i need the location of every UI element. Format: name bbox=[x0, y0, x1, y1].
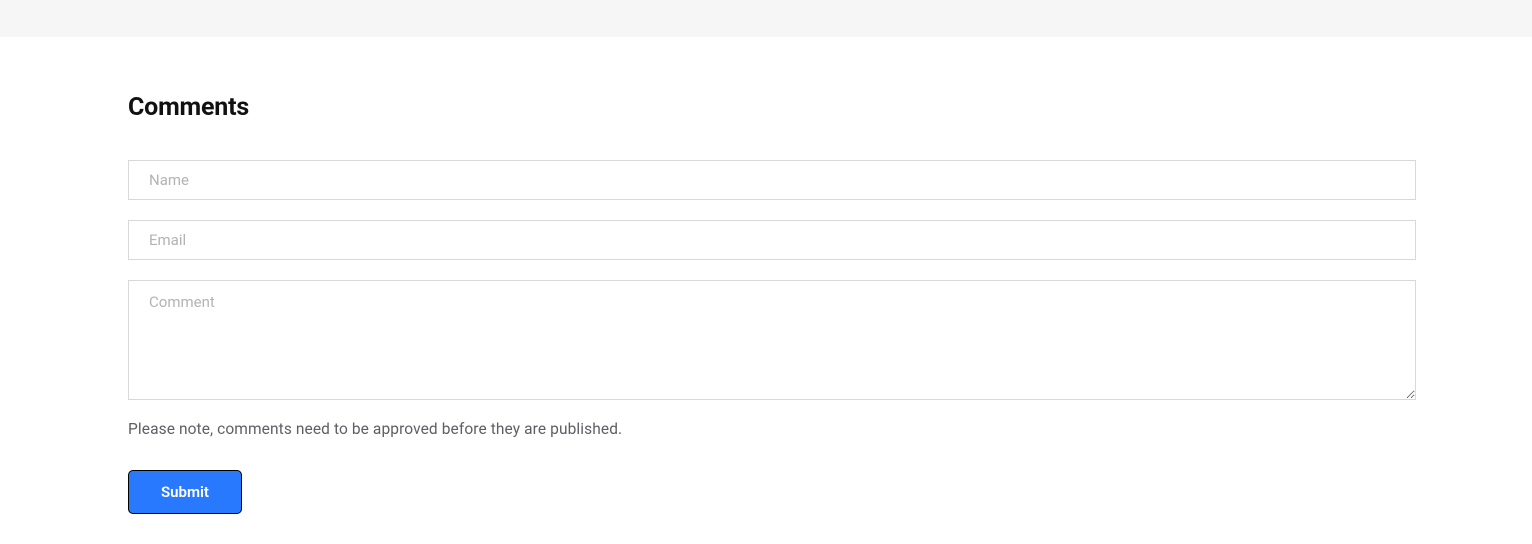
name-input[interactable] bbox=[128, 160, 1416, 200]
submit-button[interactable]: Submit bbox=[128, 470, 242, 514]
comments-section: Comments Please note, comments need to b… bbox=[0, 37, 1532, 544]
top-bar bbox=[0, 0, 1532, 37]
approval-note: Please note, comments need to be approve… bbox=[128, 420, 1404, 438]
comment-textarea[interactable] bbox=[128, 280, 1416, 400]
comments-heading: Comments bbox=[128, 93, 1404, 122]
email-input[interactable] bbox=[128, 220, 1416, 260]
